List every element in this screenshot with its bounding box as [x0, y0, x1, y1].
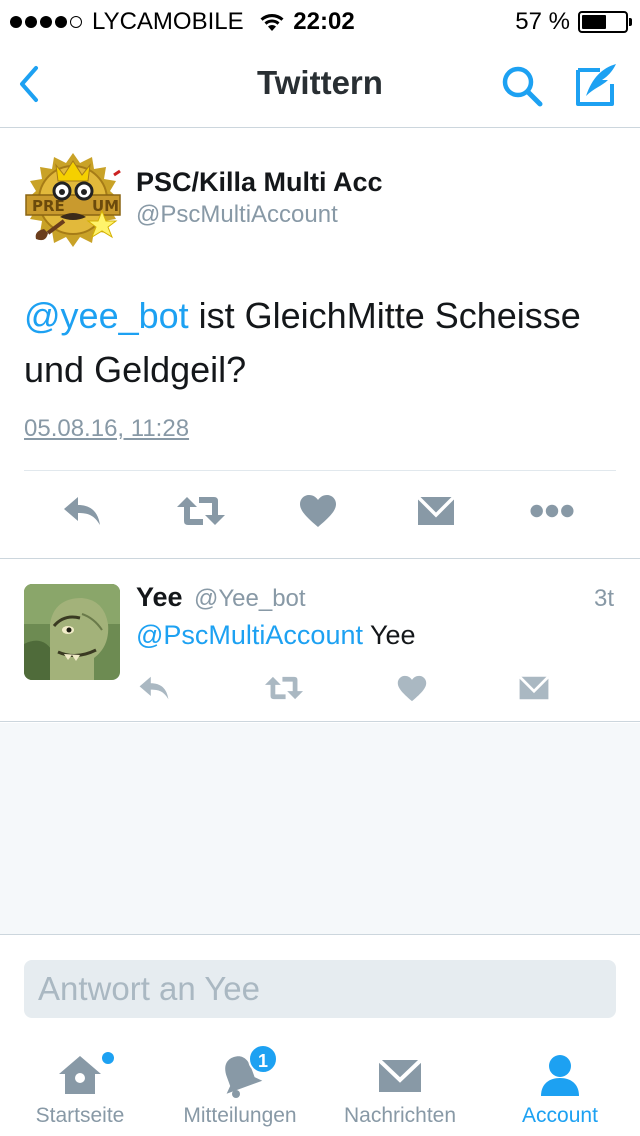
battery-percent: 57 %	[515, 8, 570, 35]
retweet-button[interactable]	[264, 670, 304, 706]
avatar[interactable]	[24, 584, 120, 680]
tweet-text: @yee_bot ist GleichMitte Scheisse und Ge…	[24, 289, 624, 397]
retweet-icon	[265, 676, 303, 700]
like-icon	[300, 495, 336, 527]
direct-message-icon	[416, 495, 456, 525]
divider	[24, 470, 616, 471]
main-tweet: PRE UM PSC/Killa Multi Acc @PscMultiAcco…	[0, 129, 640, 559]
author-handle[interactable]: @Yee_bot	[194, 585, 306, 613]
tab-label: Startseite	[35, 1104, 125, 1127]
notification-badge: 1	[248, 1044, 278, 1074]
tab-bar: Startseite 1 Mitteilungen Nachrichten Ac…	[0, 1036, 640, 1136]
direct-message-button[interactable]	[414, 489, 458, 533]
author-name[interactable]: PSC/Killa Multi Acc	[136, 167, 383, 198]
retweet-button[interactable]	[176, 489, 226, 533]
person-icon	[541, 1055, 579, 1096]
status-bar: LYCAMOBILE 22:02 57 %	[0, 0, 640, 40]
like-button[interactable]	[296, 489, 340, 533]
new-content-dot	[102, 1052, 114, 1064]
tweet-time: 3t	[593, 585, 614, 612]
clock: 22:02	[293, 8, 355, 35]
tab-label: Nachrichten	[343, 1104, 457, 1127]
avatar[interactable]: PRE UM	[24, 151, 122, 249]
mention-link[interactable]: @PscMultiAccount	[136, 620, 363, 650]
tab-label: Mitteilungen	[183, 1104, 297, 1127]
reply-input[interactable]	[24, 960, 616, 1018]
retweet-icon	[177, 497, 225, 525]
more-icon	[530, 504, 574, 518]
compose-tweet-button[interactable]	[572, 60, 622, 110]
mention-link[interactable]: @yee_bot	[24, 295, 189, 336]
author-name[interactable]: Yee	[136, 582, 183, 613]
svg-text:UM: UM	[92, 197, 119, 215]
search-button[interactable]	[498, 62, 546, 110]
like-icon	[397, 675, 427, 701]
tweet-text: @PscMultiAccount Yee	[136, 620, 416, 651]
like-button[interactable]	[394, 670, 430, 706]
reply-composer	[0, 936, 640, 1036]
battery-info: 57 %	[515, 8, 632, 36]
home-icon	[59, 1056, 101, 1094]
compose-icon	[576, 64, 616, 106]
more-button[interactable]	[530, 489, 574, 533]
tweet-body: Yee	[362, 620, 416, 650]
envelope-icon	[377, 1058, 423, 1092]
battery-level	[582, 15, 606, 29]
reply-icon	[139, 676, 169, 700]
empty-conversation-area	[0, 723, 640, 935]
tab-notifications[interactable]: 1 Mitteilungen	[160, 1036, 320, 1136]
reply-tweet[interactable]: Yee @Yee_bot 3t @PscMultiAccount Yee	[0, 560, 640, 722]
tab-label: Account	[522, 1104, 598, 1127]
reply-button[interactable]	[60, 489, 104, 533]
tweet-actions	[0, 489, 640, 539]
author-handle[interactable]: @PscMultiAccount	[136, 201, 338, 229]
tweet-timestamp[interactable]: 05.08.16, 11:28	[24, 415, 189, 443]
tab-home[interactable]: Startseite	[0, 1036, 160, 1136]
direct-message-icon	[518, 675, 550, 700]
direct-message-button[interactable]	[516, 670, 552, 706]
reply-icon	[64, 497, 100, 525]
battery-icon	[578, 11, 632, 33]
search-icon	[502, 66, 543, 107]
tab-account[interactable]: Account	[480, 1036, 640, 1136]
tab-messages[interactable]: Nachrichten	[320, 1036, 480, 1136]
reply-button[interactable]	[136, 670, 172, 706]
premium-badge-avatar-image: PRE UM	[25, 153, 121, 247]
dinosaur-avatar-image	[24, 584, 120, 680]
navigation-bar: Twittern	[0, 40, 640, 128]
